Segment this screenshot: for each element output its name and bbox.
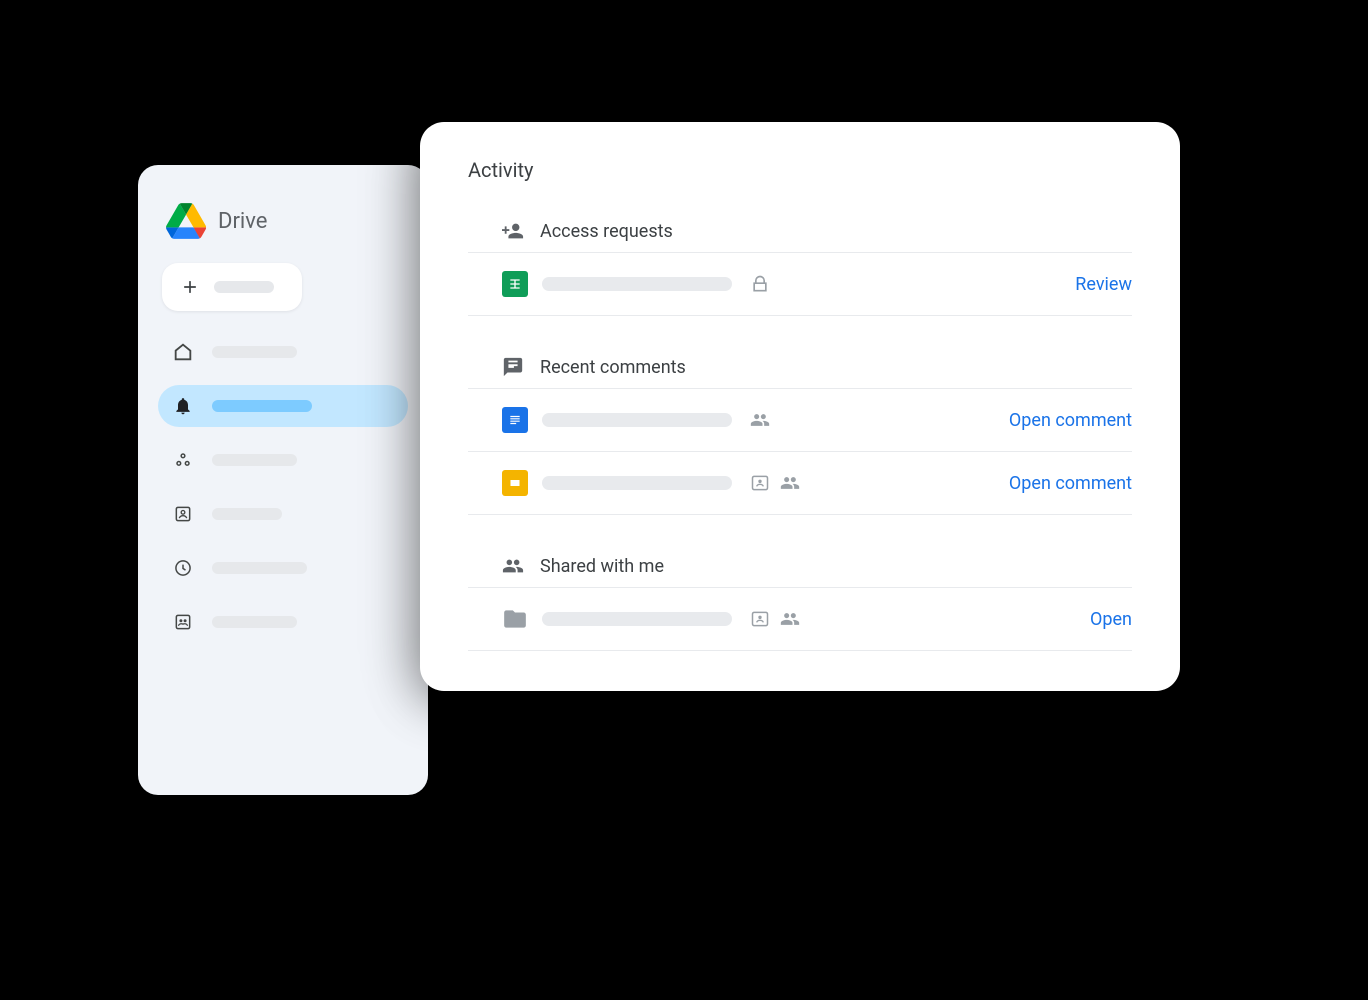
drive-title: Drive — [218, 209, 267, 234]
comment-row[interactable]: Open comment — [468, 389, 1132, 452]
panel-title: Activity — [468, 158, 1132, 182]
file-title-placeholder — [542, 413, 732, 427]
sheets-icon — [502, 271, 528, 297]
file-title-placeholder — [542, 277, 732, 291]
person-add-icon — [502, 220, 524, 242]
section-title-shared: Shared with me — [540, 556, 664, 577]
file-title-placeholder — [542, 612, 732, 626]
sidebar-item-recent[interactable] — [158, 547, 408, 589]
activity-panel: Activity Access requests Review Recent c… — [420, 122, 1180, 691]
comment-row[interactable]: Open comment — [468, 452, 1132, 515]
nav-label-placeholder — [212, 508, 282, 520]
contact-icon — [172, 503, 194, 525]
new-button[interactable] — [162, 263, 302, 311]
sidebar-item-shared-drives[interactable] — [158, 493, 408, 535]
contact-box-icon — [750, 473, 770, 493]
sidebar-item-workspaces[interactable] — [158, 439, 408, 481]
sidebar-item-home[interactable] — [158, 331, 408, 373]
nav-label-placeholder — [212, 346, 297, 358]
open-link[interactable]: Open — [1090, 609, 1132, 630]
open-comment-link[interactable]: Open comment — [1009, 473, 1132, 494]
people-icon — [780, 609, 800, 629]
slides-icon — [502, 470, 528, 496]
sidebar-item-activity[interactable] — [158, 385, 408, 427]
file-title-placeholder — [542, 476, 732, 490]
docs-icon — [502, 407, 528, 433]
section-header-access: Access requests — [468, 210, 1132, 253]
workspaces-icon — [172, 449, 194, 471]
sidebar-header: Drive — [158, 195, 408, 263]
people-icon — [780, 473, 800, 493]
new-button-label-placeholder — [214, 281, 274, 293]
people-icon — [502, 555, 524, 577]
home-icon — [172, 341, 194, 363]
review-link[interactable]: Review — [1075, 274, 1132, 295]
nav-label-placeholder — [212, 454, 297, 466]
drive-logo-icon — [166, 203, 206, 239]
access-request-row[interactable]: Review — [468, 253, 1132, 316]
contact-box-icon — [750, 609, 770, 629]
plus-icon — [180, 277, 200, 297]
lock-icon — [750, 274, 770, 294]
shared-row[interactable]: Open — [468, 588, 1132, 651]
nav-label-placeholder — [212, 562, 307, 574]
bell-icon — [172, 395, 194, 417]
section-title-access: Access requests — [540, 221, 673, 242]
section-header-shared: Shared with me — [468, 545, 1132, 588]
sidebar-item-shared[interactable] — [158, 601, 408, 643]
people-box-icon — [172, 611, 194, 633]
section-title-comments: Recent comments — [540, 357, 686, 378]
clock-icon — [172, 557, 194, 579]
people-icon — [750, 410, 770, 430]
section-header-comments: Recent comments — [468, 346, 1132, 389]
comment-icon — [502, 356, 524, 378]
drive-sidebar: Drive — [138, 165, 428, 795]
nav-label-placeholder — [212, 400, 312, 412]
nav-label-placeholder — [212, 616, 297, 628]
open-comment-link[interactable]: Open comment — [1009, 410, 1132, 431]
folder-icon — [502, 606, 528, 632]
